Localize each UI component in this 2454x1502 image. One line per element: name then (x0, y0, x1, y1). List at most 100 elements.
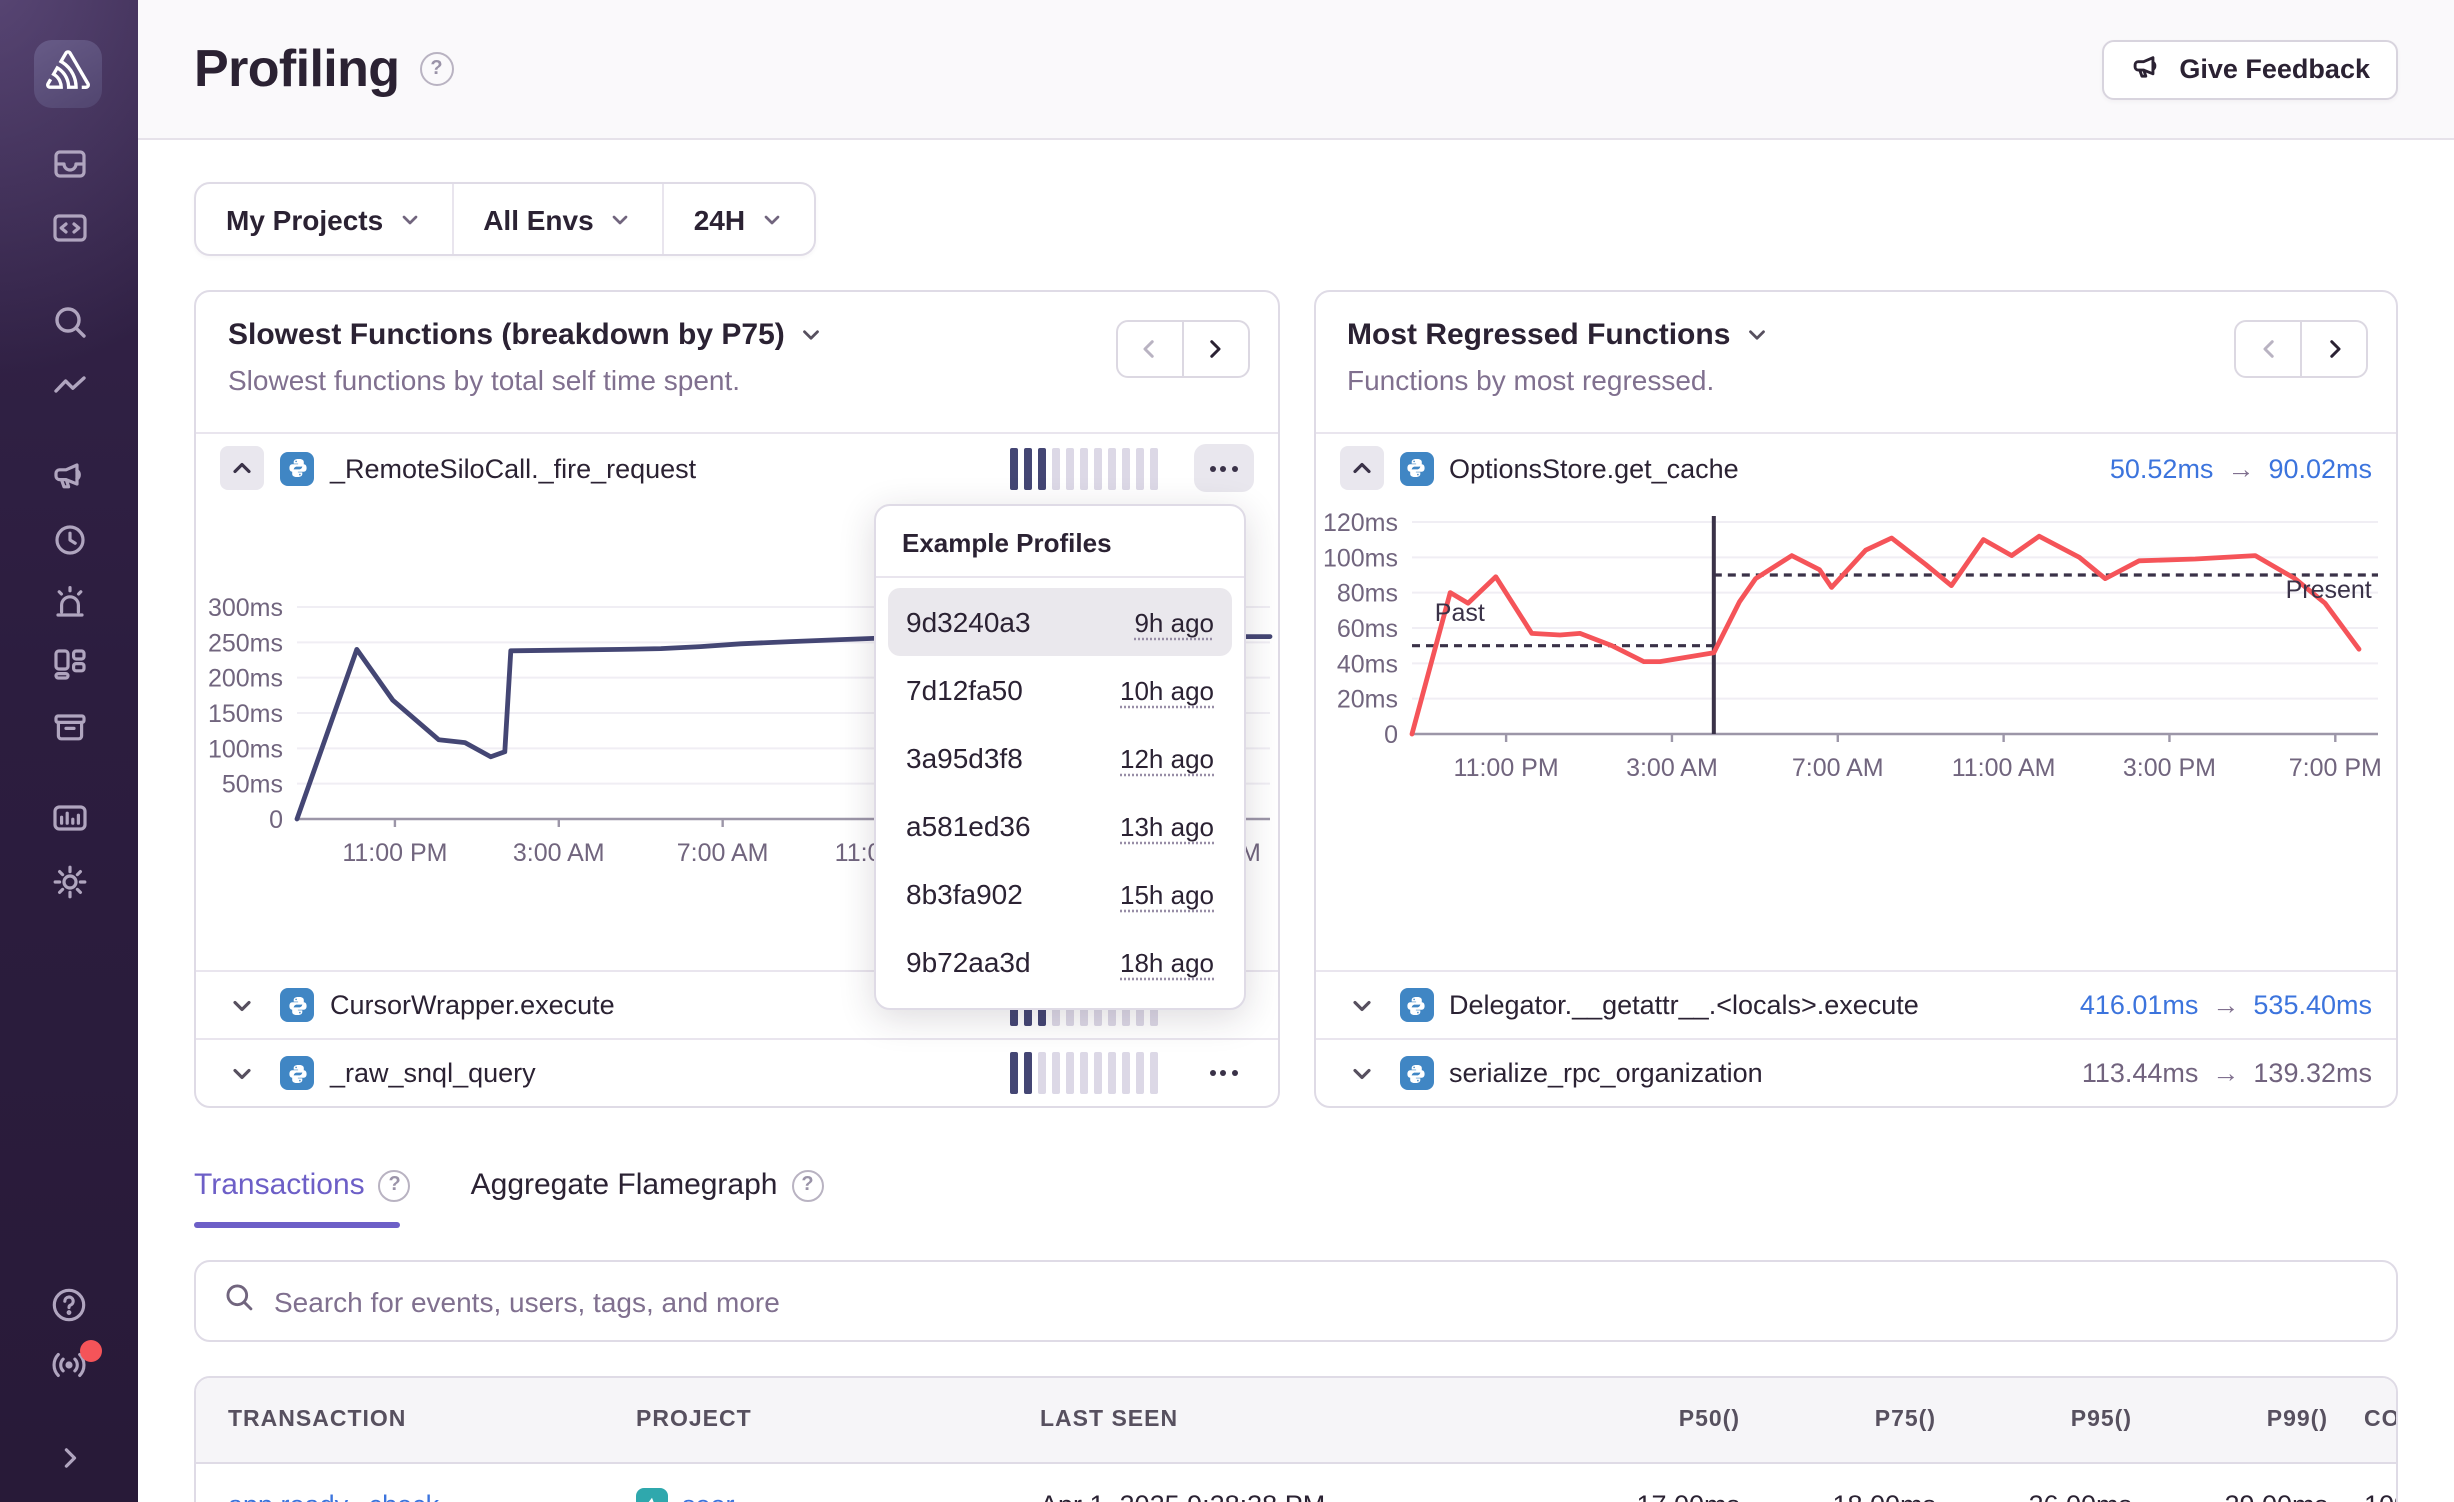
search-icon (222, 1279, 256, 1323)
collapse-row-button[interactable] (1339, 446, 1383, 490)
profile-age[interactable]: 18h ago (1120, 947, 1214, 977)
archive-icon (49, 706, 89, 756)
sidebar-item-settings[interactable] (48, 866, 90, 908)
tab-help-icon[interactable]: ? (792, 1169, 824, 1201)
sidebar-item-replays[interactable] (48, 524, 90, 566)
column-header-count[interactable]: COUNT() (2332, 1408, 2398, 1432)
profile-age[interactable]: 13h ago (1120, 811, 1214, 841)
environment-filter-dropdown[interactable]: All Envs (451, 184, 662, 254)
project-link[interactable]: seer (682, 1489, 735, 1502)
before-value[interactable]: 113.44ms (2082, 1058, 2199, 1088)
transaction-link[interactable]: app.ready._check (196, 1489, 604, 1502)
slowest-functions-title-dropdown[interactable]: Slowest Functions (breakdown by P75) (228, 318, 1245, 352)
profile-list-item[interactable]: 9b72aa3d 18h ago (888, 928, 1232, 996)
profile-age[interactable]: 12h ago (1120, 743, 1214, 773)
column-header-project[interactable]: PROJECT (604, 1408, 1008, 1432)
date-range-dropdown[interactable]: 24H (662, 184, 813, 254)
chevron-down-icon (397, 207, 421, 231)
function-name-link[interactable]: _raw_snql_query (330, 1058, 536, 1088)
profile-list-item[interactable]: a581ed36 13h ago (888, 792, 1232, 860)
column-header-p99[interactable]: P99() (2136, 1408, 2332, 1432)
panel-subtitle: Slowest functions by total self time spe… (228, 364, 1245, 396)
sidebar-item-alerts[interactable] (48, 586, 90, 628)
table-header-row: TRANSACTION PROJECT LAST SEEN P50() P75(… (196, 1378, 2396, 1464)
profile-list-item[interactable]: 3a95d3f8 12h ago (888, 724, 1232, 792)
tab-help-icon[interactable]: ? (379, 1169, 411, 1201)
profile-age[interactable]: 9h ago (1134, 607, 1214, 637)
sidebar-item-performance[interactable] (48, 370, 90, 412)
svg-text:80ms: 80ms (1336, 580, 1397, 608)
profile-list-item[interactable]: 8b3fa902 15h ago (888, 860, 1232, 928)
tab-transactions[interactable]: Transactions ? (194, 1168, 411, 1228)
column-header-transaction[interactable]: TRANSACTION (196, 1408, 604, 1432)
function-name-link[interactable]: OptionsStore.get_cache (1449, 453, 1739, 483)
function-name-link[interactable]: serialize_rpc_organization (1449, 1058, 1763, 1088)
profile-list-item[interactable]: 7d12fa50 10h ago (888, 656, 1232, 724)
profile-id-link[interactable]: 7d12fa50 (906, 674, 1023, 706)
tab-aggregate-flamegraph[interactable]: Aggregate Flamegraph ? (471, 1168, 824, 1228)
profile-id-link[interactable]: 8b3fa902 (906, 878, 1023, 910)
column-header-p50[interactable]: P50() (1508, 1408, 1744, 1432)
next-page-button[interactable] (1181, 320, 1249, 378)
after-value[interactable]: 139.32ms (2253, 1058, 2372, 1088)
sidebar-item-feedback[interactable] (48, 460, 90, 502)
sidebar-item-stats[interactable] (48, 802, 90, 844)
example-profiles-menu-button[interactable] (1193, 444, 1253, 492)
column-header-last-seen[interactable]: LAST SEEN (1008, 1408, 1508, 1432)
sidebar-item-help[interactable] (48, 1288, 90, 1330)
sidebar-item-dashboards[interactable] (48, 648, 90, 690)
expand-row-button[interactable] (1339, 983, 1383, 1027)
after-value-link[interactable]: 535.40ms (2253, 990, 2372, 1020)
chevron-down-icon (608, 207, 632, 231)
activity-icon (49, 366, 89, 416)
sidebar-item-whats-new[interactable] (48, 1348, 90, 1390)
profile-age[interactable]: 15h ago (1120, 879, 1214, 909)
most-regressed-panel: Most Regressed Functions Functions by mo… (1313, 290, 2398, 1108)
expand-row-button[interactable] (220, 1051, 264, 1095)
python-icon (1399, 451, 1433, 485)
sidebar-item-search[interactable] (48, 306, 90, 348)
bar-chart-icon (49, 798, 89, 848)
function-name-link[interactable]: Delegator.__getattr__.<locals>.execute (1449, 990, 1919, 1020)
arrow-right-icon: → (2212, 990, 2239, 1020)
project-filter-dropdown[interactable]: My Projects (196, 184, 451, 254)
expand-row-button[interactable] (1339, 1051, 1383, 1095)
popup-title: Example Profiles (876, 506, 1244, 578)
column-header-p95[interactable]: P95() (1940, 1408, 2136, 1432)
profile-id-link[interactable]: a581ed36 (906, 810, 1031, 842)
sidebar-collapse-button[interactable] (48, 1442, 90, 1484)
panel-header: Slowest Functions (breakdown by P75) Slo… (196, 292, 1277, 434)
sidebar-item-issues[interactable] (48, 148, 90, 190)
profile-age[interactable]: 10h ago (1120, 675, 1214, 705)
panel-pagination (2234, 320, 2368, 378)
collapse-row-button[interactable] (220, 446, 264, 490)
next-page-button[interactable] (2300, 320, 2368, 378)
function-name-link[interactable]: _RemoteSiloCall._fire_request (330, 453, 696, 483)
before-value-link[interactable]: 416.01ms (2080, 990, 2199, 1020)
transactions-table: TRANSACTION PROJECT LAST SEEN P50() P75(… (194, 1376, 2398, 1502)
chevron-left-icon (2255, 336, 2281, 362)
column-header-p75[interactable]: P75() (1744, 1408, 1940, 1432)
before-value-link[interactable]: 50.52ms (2110, 453, 2214, 483)
profile-id-link[interactable]: 9b72aa3d (906, 946, 1031, 978)
give-feedback-button[interactable]: Give Feedback (2101, 39, 2398, 99)
prev-page-button[interactable] (1115, 320, 1183, 378)
table-row[interactable]: app.ready._check seer Apr 1, 2025 9:28:3… (196, 1464, 2396, 1502)
prev-page-button[interactable] (2234, 320, 2302, 378)
search-input[interactable] (274, 1285, 2370, 1317)
most-regressed-title-dropdown[interactable]: Most Regressed Functions (1347, 318, 2364, 352)
svg-text:250ms: 250ms (208, 629, 283, 657)
svg-text:3:00 AM: 3:00 AM (513, 839, 605, 867)
profile-id-link[interactable]: 9d3240a3 (906, 606, 1031, 638)
profile-list-item[interactable]: 9d3240a3 9h ago (888, 588, 1232, 656)
profile-sparkline (1009, 1052, 1157, 1094)
expand-row-button[interactable] (220, 983, 264, 1027)
function-name-link[interactable]: CursorWrapper.execute (330, 990, 615, 1020)
sidebar-item-projects[interactable] (48, 212, 90, 254)
after-value-link[interactable]: 90.02ms (2268, 453, 2372, 483)
example-profiles-menu-button[interactable] (1193, 1049, 1253, 1097)
sentry-logo-button[interactable] (34, 40, 102, 108)
profile-id-link[interactable]: 3a95d3f8 (906, 742, 1023, 774)
sidebar-item-releases[interactable] (48, 710, 90, 752)
title-help-icon[interactable]: ? (420, 52, 454, 86)
